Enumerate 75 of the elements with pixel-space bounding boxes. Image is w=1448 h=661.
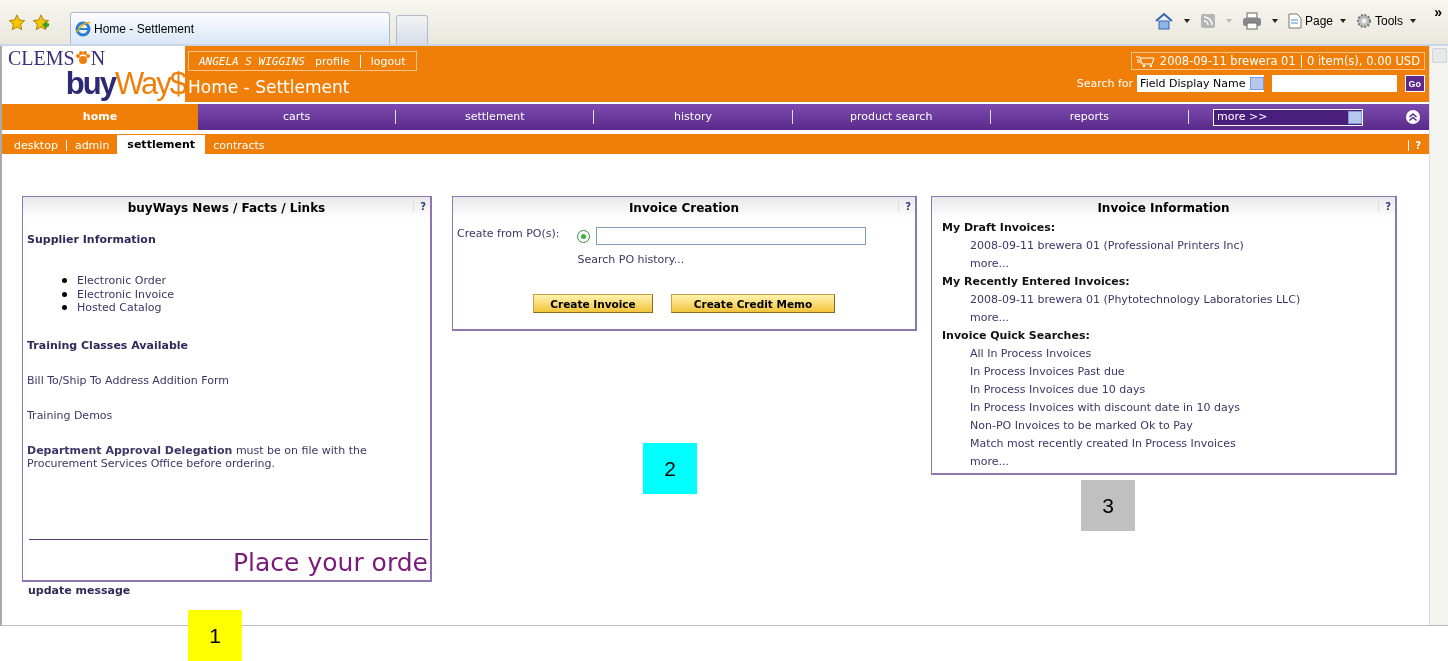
list-link[interactable]: Hosted Catalog <box>77 301 162 315</box>
favorites-star-icon[interactable] <box>8 14 26 32</box>
dropdown-caret-icon[interactable] <box>1183 19 1190 23</box>
invoice-link[interactable]: Non-PO Invoices to be marked Ok to Pay <box>942 417 1395 435</box>
printer-icon[interactable] <box>1241 12 1262 30</box>
invoice-link[interactable]: In Process Invoices Past due <box>942 363 1395 381</box>
group-heading: My Recently Entered Invoices: <box>942 274 1131 290</box>
invoice-link[interactable]: more... <box>942 309 1395 327</box>
section-heading[interactable]: Training Classes Available <box>27 338 426 352</box>
cart-icon <box>1135 54 1156 68</box>
go-button[interactable]: Go <box>1404 75 1425 92</box>
update-message-link[interactable]: update message <box>22 582 432 599</box>
cart-text: 2008-09-11 brewera 01 | 0 item(s), 0.00 USD <box>1159 54 1420 68</box>
help-link[interactable]: ? <box>413 201 426 212</box>
help-link[interactable]: ? <box>898 201 911 212</box>
clemson-buyways-logo[interactable]: CLEMS N buyWay$ <box>2 46 185 102</box>
nav-tab[interactable]: settlement <box>395 110 594 124</box>
search-field-select[interactable]: Field Display Name <box>1137 75 1264 92</box>
search-po-history-link[interactable]: Search PO history... <box>577 253 867 266</box>
news-link[interactable]: Training Demos <box>27 408 113 422</box>
banner-text: Place your orde <box>29 539 428 577</box>
bullet-icon <box>62 305 67 311</box>
action-button[interactable]: Create Credit Memo <box>671 294 835 313</box>
page-title: Home - Settlement <box>188 77 351 97</box>
notice-text: Department Approval Delegation must be on file with the Procurement Services Office before ordering. <box>27 443 368 471</box>
browser-tab[interactable]: Home - Settlement <box>70 12 390 44</box>
invoice-link[interactable]: more... <box>942 255 1395 273</box>
section-heading[interactable]: Supplier Information <box>27 233 426 246</box>
nav-tab[interactable]: history <box>593 110 792 124</box>
subnav-tab[interactable]: settlement <box>117 135 206 154</box>
invoice-link[interactable]: Match most recently created In Process Invoices <box>942 435 1395 453</box>
nav-tab[interactable]: carts <box>198 104 396 130</box>
nav-tab[interactable]: product search <box>791 110 990 124</box>
help-link[interactable]: ? <box>1378 201 1391 212</box>
nav-tab[interactable]: reports <box>989 110 1188 124</box>
group-heading: Invoice Quick Searches: <box>942 328 1091 344</box>
page-menu-button[interactable]: Page <box>1287 13 1350 29</box>
group-heading: My Draft Invoices: <box>942 220 1057 236</box>
invoice-link[interactable]: In Process Invoices with discount date in 10 days <box>942 399 1395 417</box>
bullet-icon <box>62 291 67 297</box>
browser-logo-icon <box>75 20 91 37</box>
po-input-field[interactable] <box>596 227 867 245</box>
invoice-link[interactable]: 2008-09-11 brewera 01 (Professional Printers Inc) <box>942 237 1395 255</box>
list-link[interactable]: Electronic Order <box>77 274 166 288</box>
new-tab-button[interactable] <box>396 15 428 44</box>
dropdown-caret-icon[interactable] <box>1271 19 1278 23</box>
more-select[interactable]: more >> <box>1213 108 1363 126</box>
action-button[interactable]: Create Invoice <box>533 294 653 313</box>
bullet-icon <box>62 278 67 284</box>
invoice-link[interactable]: All In Process Invoices <box>942 345 1395 363</box>
field-label: Create from PO(s): <box>457 227 560 242</box>
panel-title: Invoice Information <box>1097 201 1230 215</box>
feed-icon[interactable] <box>1199 13 1216 29</box>
gear-icon <box>1356 13 1372 29</box>
radio-button[interactable] <box>577 229 591 243</box>
toolbar-overflow-button[interactable]: » <box>1434 4 1442 20</box>
page-icon <box>1287 13 1302 29</box>
news-link[interactable]: Bill To/Ship To Address Addition Form <box>27 373 229 387</box>
invoice-link[interactable]: more... <box>942 453 1395 471</box>
user-name: ANGELA S WIGGINS <box>199 54 305 68</box>
number-marker: 2 <box>643 443 697 494</box>
number-marker: 3 <box>1081 480 1135 531</box>
panel-title: buyWays News / Facts / Links <box>127 201 326 215</box>
add-favorite-icon[interactable] <box>32 14 50 32</box>
invoice-link[interactable]: In Process Invoices due 10 days <box>942 381 1395 399</box>
number-marker: 1 <box>188 610 242 661</box>
search-field[interactable] <box>1271 75 1397 92</box>
panel-title: Invoice Creation <box>628 201 740 215</box>
scrollbar[interactable] <box>1429 46 1448 625</box>
invoice-link[interactable]: 2008-09-11 brewera 01 (Phytotechnology Laboratories LLC) <box>942 291 1395 309</box>
tools-menu-button[interactable]: Tools <box>1356 13 1420 29</box>
list-link[interactable]: Electronic Invoice <box>77 287 175 301</box>
home-icon[interactable] <box>1153 12 1174 30</box>
search-label: Search for <box>1076 77 1134 90</box>
collapse-icon[interactable] <box>1405 109 1421 125</box>
